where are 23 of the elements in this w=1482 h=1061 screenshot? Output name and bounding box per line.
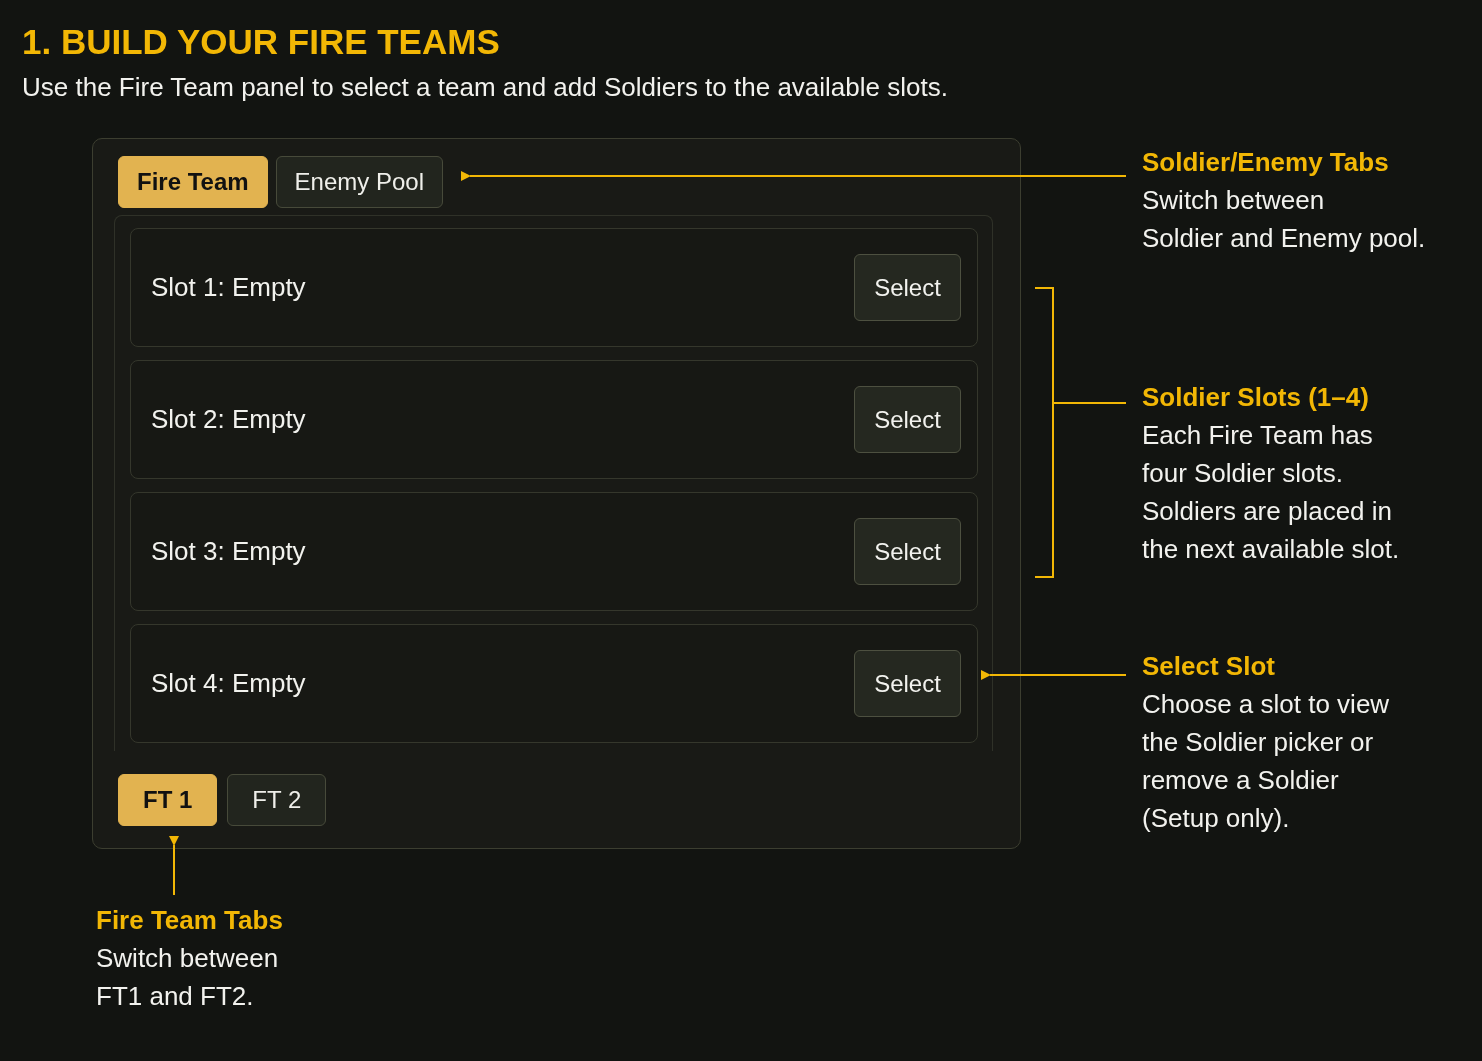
callout-title: Fire Team Tabs: [96, 904, 283, 937]
page-heading: 1. BUILD YOUR FIRE TEAMS: [22, 21, 501, 63]
callout-text: Switch between FT1 and FT2.: [96, 942, 280, 1013]
select-button[interactable]: Select: [854, 386, 961, 453]
pool-tab[interactable]: Enemy Pool: [275, 156, 443, 208]
slot-label: Slot 2: Empty: [151, 403, 306, 436]
team-tab[interactable]: FT 1: [118, 774, 218, 826]
callout-text: Choose a slot to view the Soldier picker or remove a Soldier (Setup only).: [1142, 688, 1390, 835]
select-button[interactable]: Select: [854, 518, 961, 585]
callout-text: Each Fire Team has four Soldier slots. Soldiers are placed in the next available slot.: [1142, 419, 1400, 566]
team-tab[interactable]: FT 2: [227, 774, 327, 826]
intro-text: Use the Fire Team panel to select a team and add Soldiers to the available slots.: [22, 71, 948, 104]
slot-label: Slot 4: Empty: [151, 667, 306, 700]
callout-title: Soldier Slots (1–4): [1142, 381, 1370, 414]
callout-text: Switch between Soldier and Enemy pool.: [1142, 184, 1426, 255]
callout-title: Soldier/Enemy Tabs: [1142, 146, 1390, 179]
pool-tab[interactable]: Fire Team: [118, 156, 268, 208]
select-button[interactable]: Select: [854, 650, 961, 717]
arrow: [169, 836, 179, 896]
slot-label: Slot 1: Empty: [151, 271, 306, 304]
slot-label: Slot 3: Empty: [151, 535, 306, 568]
callout-title: Select Slot: [1142, 650, 1276, 683]
select-button[interactable]: Select: [854, 254, 961, 321]
